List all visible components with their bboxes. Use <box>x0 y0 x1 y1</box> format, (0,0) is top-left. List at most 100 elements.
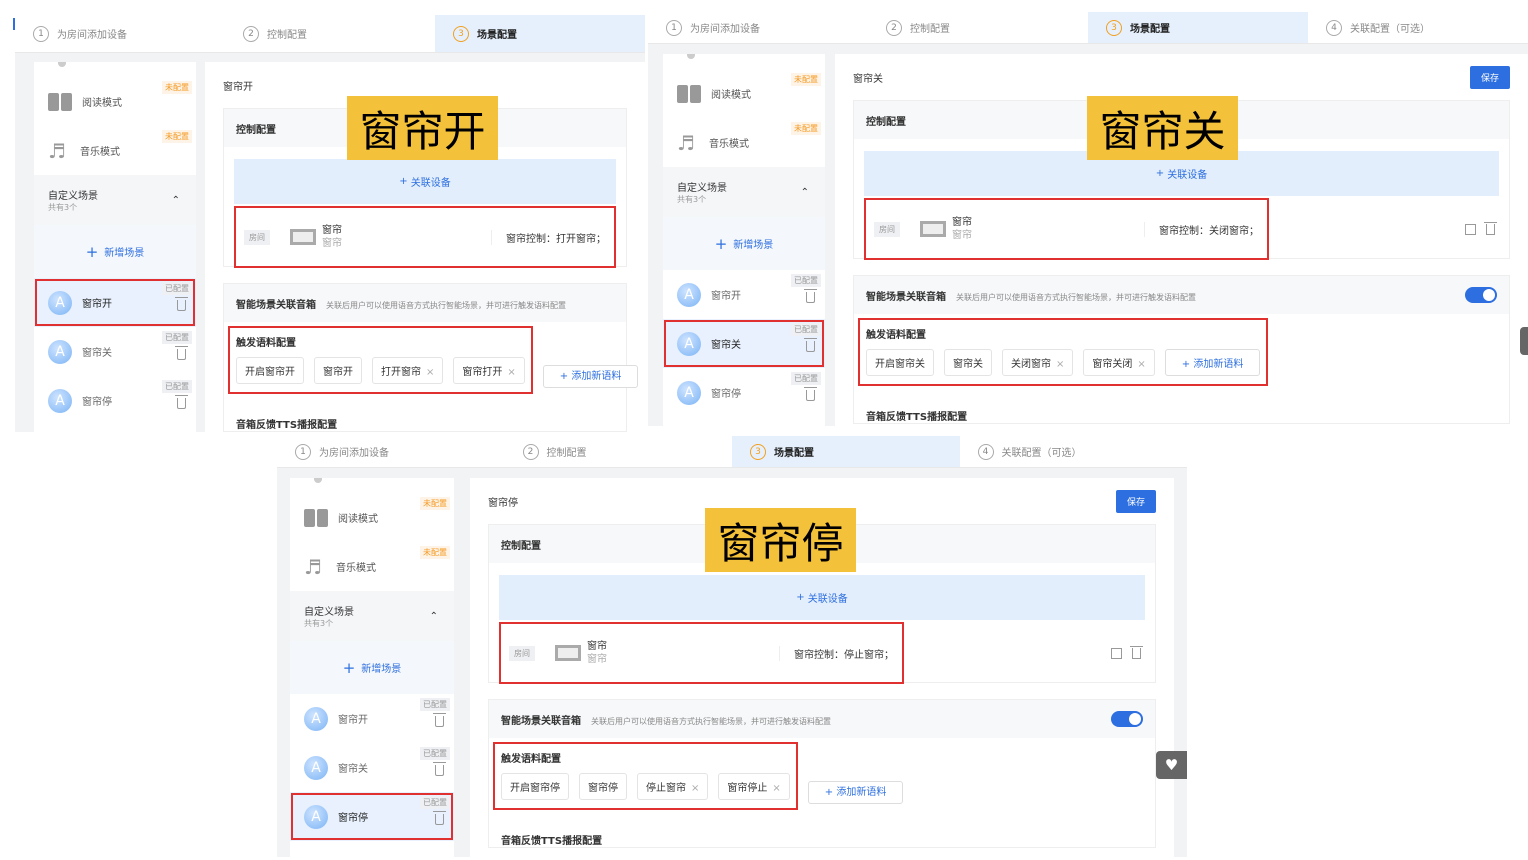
step-4[interactable]: 4 关联配置（可选） <box>1308 12 1528 43</box>
step-2[interactable]: 2 控制配置 <box>505 436 733 467</box>
plus-icon: + <box>714 234 728 253</box>
add-scene-button[interactable]: + 新增场景 <box>290 641 454 694</box>
trash-icon[interactable] <box>804 289 817 303</box>
scene-item[interactable]: A 窗帘开 已配置 <box>663 270 825 319</box>
edit-icon[interactable] <box>1111 648 1122 659</box>
scene-item[interactable]: A 窗帘开 已配置 <box>290 694 454 743</box>
add-phrase-button[interactable]: + 添加新语料 <box>807 781 904 804</box>
trash-icon[interactable] <box>1130 646 1143 659</box>
favorite-button[interactable]: ♥ <box>1156 751 1187 779</box>
trigger-chip[interactable]: 开启窗帘停 <box>501 773 569 800</box>
scene-item[interactable]: A 窗帘停 已配置 <box>290 792 454 841</box>
scene-item[interactable]: A 窗帘关 已配置 <box>663 319 825 368</box>
step-1[interactable]: 1 为房间添加设备 <box>277 436 505 467</box>
scene-item[interactable]: A 窗帘关 已配置 <box>34 327 196 376</box>
add-phrase-label: 添加新语料 <box>1193 359 1244 370</box>
trigger-chip[interactable]: 窗帘开 <box>314 357 362 384</box>
mode-item[interactable]: ♬ 音乐模式 未配置 <box>34 126 196 175</box>
step-number: 3 <box>750 443 766 460</box>
scene-sidebar: 阅读模式 未配置 ♬ 音乐模式 未配置 自定义场景 共有3个 ⌃ + 新增场景 A 窗帘开 已配置 A 窗帘… <box>34 62 196 432</box>
scene-item[interactable]: A 窗帘关 已配置 <box>290 743 454 792</box>
trash-icon[interactable] <box>175 297 188 311</box>
step-3[interactable]: 3 场景配置 <box>1088 12 1308 43</box>
mode-item[interactable]: ♬ 音乐模式 未配置 <box>663 118 825 167</box>
step-3[interactable]: 3 场景配置 <box>435 15 645 52</box>
lamp-icon <box>290 478 454 493</box>
device-type: 窗帘 <box>322 238 342 249</box>
mode-label: 音乐模式 <box>336 563 376 574</box>
close-icon[interactable]: × <box>772 783 780 794</box>
trigger-chip[interactable]: 窗帘关 <box>944 349 992 376</box>
add-scene-button[interactable]: + 新增场景 <box>34 225 196 278</box>
scene-label: 窗帘停 <box>82 397 112 408</box>
trigger-chip[interactable]: 窗帘停 <box>579 773 627 800</box>
mode-item[interactable]: 阅读模式 未配置 <box>34 77 196 126</box>
scene-avatar: A <box>48 290 72 315</box>
add-phrase-button[interactable]: + 添加新语料 <box>542 365 639 388</box>
edit-icon[interactable] <box>1465 224 1476 235</box>
add-scene-button[interactable]: + 新增场景 <box>663 217 825 270</box>
step-2[interactable]: 2 控制配置 <box>225 15 435 52</box>
status-badge: 未配置 <box>791 122 821 135</box>
step-label: 关联配置（可选） <box>1001 448 1082 459</box>
trash-icon[interactable] <box>175 346 188 360</box>
trash-icon[interactable] <box>433 762 446 776</box>
trash-icon[interactable] <box>804 338 817 352</box>
scene-item[interactable]: A 窗帘停 已配置 <box>34 376 196 425</box>
heart-icon: ♥ <box>1164 756 1179 774</box>
step-2[interactable]: 2 控制配置 <box>868 12 1088 43</box>
trigger-chip[interactable]: 开启窗帘关 <box>866 349 934 376</box>
add-phrase-button[interactable]: + 添加新语料 <box>1164 349 1261 376</box>
step-number: 1 <box>295 443 311 460</box>
mode-item[interactable]: ♬ 音乐模式 未配置 <box>290 542 454 591</box>
trash-icon[interactable] <box>804 387 817 401</box>
trigger-chip[interactable]: 停止窗帘 × <box>637 773 709 800</box>
trigger-chip[interactable]: 窗帘停止 × <box>718 773 790 800</box>
custom-scene-group[interactable]: 自定义场景 共有3个 ⌃ <box>34 175 196 225</box>
mode-item[interactable]: 阅读模式 未配置 <box>663 69 825 118</box>
scene-item[interactable]: A 窗帘开 已配置 <box>34 278 196 327</box>
trash-icon[interactable] <box>175 395 188 409</box>
speaker-toggle[interactable] <box>1465 287 1497 303</box>
speaker-toggle[interactable] <box>1111 711 1143 727</box>
trash-icon[interactable] <box>433 713 446 727</box>
mode-label: 音乐模式 <box>80 147 120 158</box>
chip-text: 窗帘停止 <box>727 783 768 794</box>
scene-title: 窗帘开 <box>223 81 253 93</box>
trigger-chip[interactable]: 开启窗帘开 <box>236 357 304 384</box>
add-device-button[interactable]: + 关联设备 <box>234 159 616 204</box>
close-icon[interactable]: × <box>426 367 434 378</box>
close-icon[interactable]: × <box>1137 359 1145 370</box>
custom-scene-group[interactable]: 自定义场景 共有3个 ⌃ <box>663 167 825 217</box>
close-icon[interactable]: × <box>1056 359 1064 370</box>
step-4[interactable]: 4 关联配置（可选） <box>960 436 1188 467</box>
custom-scene-group[interactable]: 自定义场景 共有3个 ⌃ <box>290 591 454 641</box>
close-icon[interactable]: × <box>691 783 699 794</box>
close-icon[interactable]: × <box>507 367 515 378</box>
group-count: 共有3个 <box>304 619 334 628</box>
trigger-chip[interactable]: 关闭窗帘 × <box>1002 349 1074 376</box>
status-badge: 未配置 <box>162 130 192 143</box>
trigger-chip[interactable]: 打开窗帘 × <box>372 357 444 384</box>
scene-item[interactable]: A 窗帘停 已配置 <box>663 368 825 417</box>
speaker-section: 智能场景关联音箱 关联后用户可以使用语音方式执行智能场景，并可进行触发语料配置 触发… <box>488 699 1156 848</box>
tts-title: 音箱反馈TTS播报配置 <box>236 420 338 431</box>
device-name: 窗帘 <box>952 217 972 228</box>
trigger-chip[interactable]: 窗帘关闭 × <box>1083 349 1155 376</box>
side-drawer-handle[interactable] <box>1520 327 1528 355</box>
mode-item[interactable]: 阅读模式 未配置 <box>290 493 454 542</box>
scene-label: 窗帘停 <box>711 389 741 400</box>
step-1[interactable]: 1 为房间添加设备 <box>15 15 225 52</box>
trigger-chip[interactable]: 窗帘打开 × <box>453 357 525 384</box>
save-button[interactable]: 保存 <box>1115 489 1156 513</box>
add-device-button[interactable]: + 关联设备 <box>499 575 1145 620</box>
trash-icon[interactable] <box>433 811 446 825</box>
chip-text: 开启窗帘停 <box>510 783 560 794</box>
step-1[interactable]: 1 为房间添加设备 <box>648 12 868 43</box>
step-3[interactable]: 3 场景配置 <box>732 436 960 467</box>
save-button[interactable]: 保存 <box>1469 65 1510 89</box>
trash-icon[interactable] <box>1484 222 1497 235</box>
add-device-label: 关联设备 <box>410 178 451 189</box>
tts-title: 音箱反馈TTS播报配置 <box>866 412 968 423</box>
section-title: 智能场景关联音箱 <box>236 299 316 311</box>
